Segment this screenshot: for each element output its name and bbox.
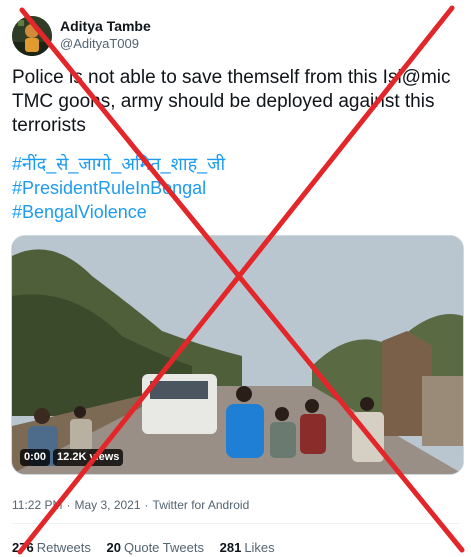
avatar[interactable] bbox=[12, 16, 52, 56]
tweet-card: Aditya Tambe @AdityaT009 Police is not a… bbox=[0, 0, 471, 557]
video-player[interactable]: 0:00 12.2K views bbox=[11, 235, 464, 475]
hashtag-list: #नींद_से_जागो_अमित_शाह_जी #PresidentRule… bbox=[12, 152, 452, 224]
avatar-image bbox=[12, 16, 52, 56]
tweet-source[interactable]: Twitter for Android bbox=[153, 498, 250, 512]
quote-tweets-count: 20 bbox=[106, 540, 121, 555]
quote-tweets-stat[interactable]: 20 Quote Tweets bbox=[107, 540, 204, 555]
user-handle[interactable]: @AdityaT009 bbox=[60, 36, 139, 51]
video-timestamp: 0:00 bbox=[20, 449, 51, 466]
hashtag-link[interactable]: #नींद_से_जागो_अमित_शाह_जी bbox=[12, 152, 452, 176]
likes-label: Likes bbox=[244, 540, 275, 555]
likes-stat[interactable]: 281 Likes bbox=[220, 540, 275, 555]
retweets-count: 276 bbox=[12, 540, 34, 555]
hashtag-link[interactable]: #PresidentRuleInBengal bbox=[12, 176, 452, 200]
tweet-date[interactable]: May 3, 2021 bbox=[74, 498, 140, 512]
tweet-text: Police is not able to save themself from… bbox=[12, 67, 451, 136]
likes-count: 281 bbox=[219, 540, 242, 555]
retweets-label: Retweets bbox=[36, 540, 91, 555]
meta-separator: · bbox=[66, 498, 71, 512]
hashtag-link[interactable]: #BengalViolence bbox=[12, 200, 452, 224]
tweet-meta: 11:22 PM · May 3, 2021 · Twitter for Android bbox=[12, 498, 249, 512]
video-views: 12.2K views bbox=[53, 449, 124, 466]
quote-tweets-label: Quote Tweets bbox=[124, 540, 204, 555]
tweet-time[interactable]: 11:22 PM bbox=[12, 498, 62, 512]
video-badges: 0:00 12.2K views bbox=[20, 449, 124, 466]
retweets-stat[interactable]: 276 Retweets bbox=[12, 540, 91, 555]
tweet-stats: 276 Retweets 20 Quote Tweets 281 Likes bbox=[12, 540, 287, 555]
divider bbox=[12, 523, 459, 524]
meta-separator: · bbox=[144, 498, 149, 512]
display-name[interactable]: Aditya Tambe bbox=[60, 18, 151, 34]
video-frame bbox=[12, 236, 463, 474]
